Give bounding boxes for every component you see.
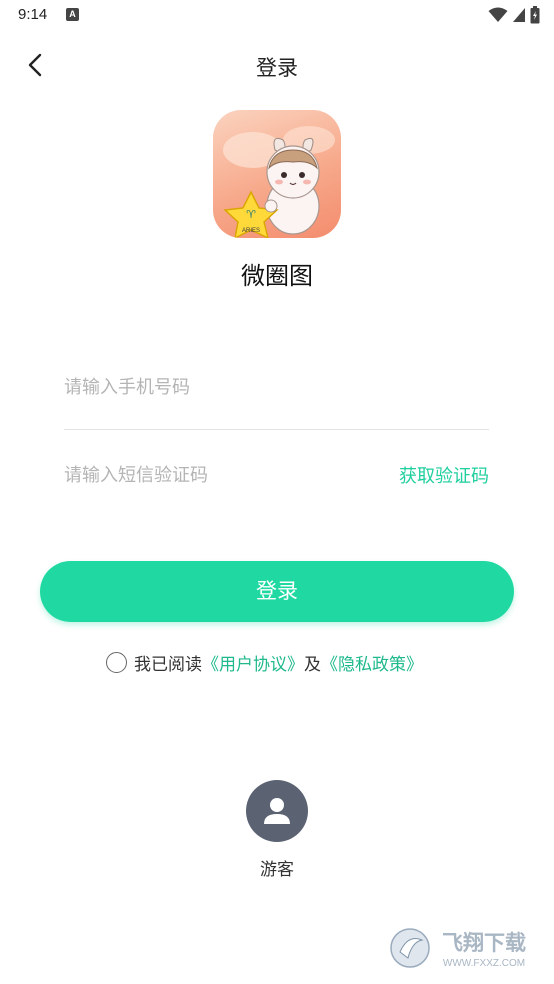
watermark-title: 飞翔下载 bbox=[442, 931, 526, 955]
phone-input[interactable] bbox=[64, 372, 364, 402]
privacy-policy-link[interactable]: 《隐私政策》 bbox=[321, 650, 423, 675]
status-time: 9:14 bbox=[18, 6, 48, 23]
nav-bar: 登录 bbox=[0, 40, 554, 90]
agreement-row: 我已阅读 《用户协议》 及 《隐私政策》 bbox=[106, 649, 423, 675]
wifi-icon bbox=[488, 7, 508, 22]
phone-field-row bbox=[64, 360, 489, 430]
agreement-prefix: 我已阅读 bbox=[134, 654, 202, 675]
guest-button[interactable] bbox=[246, 780, 308, 842]
page-title: 登录 bbox=[256, 56, 298, 80]
a-badge-icon: A bbox=[66, 8, 79, 21]
logo-star-text: ARIES bbox=[242, 228, 260, 234]
user-avatar-icon bbox=[264, 798, 290, 824]
app-logo-sheep-icon: ♈ ARIES bbox=[213, 110, 341, 238]
agreement-checkbox[interactable] bbox=[106, 651, 127, 673]
code-field-row: 获取验证码 bbox=[64, 448, 489, 508]
get-code-button[interactable]: 获取验证码 bbox=[399, 462, 489, 488]
signal-icon bbox=[513, 8, 525, 22]
login-button[interactable]: 登录 bbox=[40, 561, 514, 622]
status-bar: 9:14 A bbox=[0, 0, 554, 32]
status-icons bbox=[488, 6, 540, 24]
watermark-logo: 飞翔下载 WWW.FXXZ.COM bbox=[388, 924, 542, 972]
watermark-url: WWW.FXXZ.COM bbox=[443, 958, 525, 969]
user-agreement-link[interactable]: 《用户协议》 bbox=[202, 650, 304, 675]
sms-code-input[interactable] bbox=[64, 460, 364, 490]
battery-icon bbox=[530, 6, 540, 24]
agreement-conjunction: 及 bbox=[304, 654, 321, 675]
app-name: 微圈图 bbox=[241, 262, 313, 290]
svg-text:♈: ♈ bbox=[246, 208, 256, 221]
guest-label: 游客 bbox=[260, 860, 294, 880]
